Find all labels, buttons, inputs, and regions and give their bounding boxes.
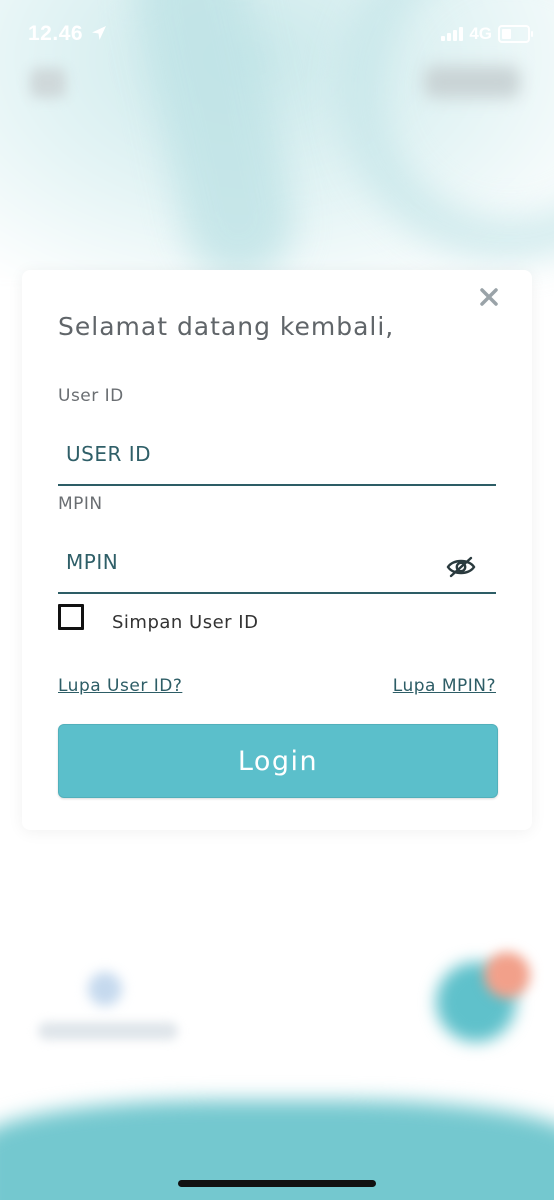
forgot-user-id-link[interactable]: Lupa User ID? [58, 676, 182, 696]
remember-user-id-label[interactable]: Simpan User ID [112, 612, 258, 633]
blurred-shortcut-label [38, 1022, 178, 1040]
forgot-mpin-link[interactable]: Lupa MPIN? [393, 676, 496, 696]
status-bar: 12.46 4G [0, 0, 554, 64]
status-time: 12.46 [28, 22, 84, 45]
login-card: Selamat datang kembali, User ID USER ID … [22, 270, 532, 830]
blurred-header-icons [424, 66, 520, 98]
close-icon[interactable] [478, 286, 500, 308]
status-indicators: 4G [441, 24, 533, 44]
cellular-signal-icon [441, 27, 464, 41]
home-indicator[interactable] [178, 1180, 376, 1187]
remember-user-id-checkbox[interactable] [58, 604, 84, 630]
network-type: 4G [469, 24, 492, 43]
mpin-input[interactable]: MPIN [58, 540, 496, 594]
user-id-label: User ID [58, 386, 124, 406]
blurred-shortcut-icon [88, 972, 122, 1006]
user-id-input[interactable]: USER ID [58, 432, 496, 486]
blurred-menu-icon [30, 68, 66, 98]
welcome-heading: Selamat datang kembali, [58, 312, 395, 341]
blurred-fab-badge [484, 952, 530, 998]
mpin-placeholder: MPIN [66, 550, 119, 574]
login-button[interactable]: Login [58, 724, 498, 798]
eye-off-icon[interactable] [446, 556, 476, 582]
mpin-label: MPIN [58, 494, 103, 514]
location-arrow-icon [90, 24, 108, 47]
user-id-placeholder: USER ID [66, 442, 152, 466]
battery-icon [498, 25, 533, 43]
